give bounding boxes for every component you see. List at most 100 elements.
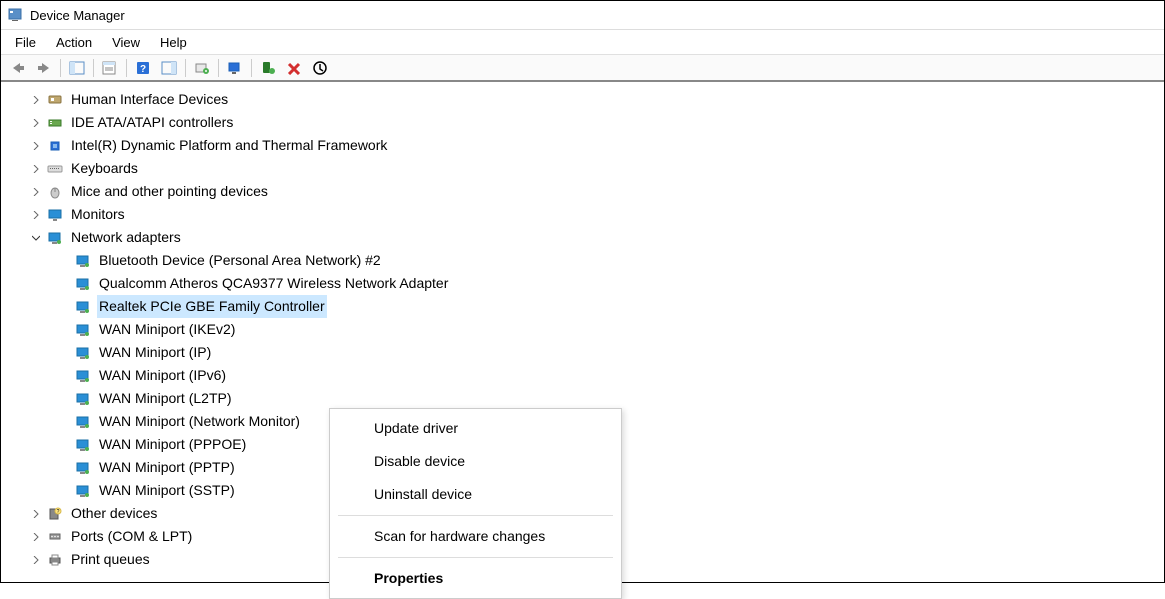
tree-item-network-child[interactable]: Bluetooth Device (Personal Area Network)… <box>1 249 1164 272</box>
tree-label: Print queues <box>69 548 152 571</box>
device-tree[interactable]: Human Interface Devices IDE ATA/ATAPI co… <box>1 82 1164 577</box>
network-adapter-icon <box>75 253 91 269</box>
tree-item-mice[interactable]: Mice and other pointing devices <box>1 180 1164 203</box>
network-adapter-icon <box>75 368 91 384</box>
tree-label: Realtek PCIe GBE Family Controller <box>97 295 327 318</box>
ctx-separator <box>338 515 613 516</box>
ctx-uninstall-device[interactable]: Uninstall device <box>330 478 621 511</box>
menu-view[interactable]: View <box>102 33 150 52</box>
tree-label: WAN Miniport (PPTP) <box>97 456 237 479</box>
update-driver-button[interactable] <box>222 56 248 80</box>
chevron-right-icon[interactable] <box>31 95 41 105</box>
tree-item-keyboards[interactable]: Keyboards <box>1 157 1164 180</box>
hid-icon <box>47 92 63 108</box>
help-button[interactable]: ? <box>130 56 156 80</box>
network-adapter-icon <box>75 414 91 430</box>
title-bar: Device Manager <box>1 1 1164 30</box>
tree-item-network-child[interactable]: WAN Miniport (L2TP) <box>1 387 1164 410</box>
tree-item-network-child[interactable]: Qualcomm Atheros QCA9377 Wireless Networ… <box>1 272 1164 295</box>
tree-label: Mice and other pointing devices <box>69 180 270 203</box>
network-adapter-icon <box>75 299 91 315</box>
chevron-right-icon[interactable] <box>31 141 41 151</box>
chevron-right-icon[interactable] <box>31 164 41 174</box>
network-adapter-icon <box>75 322 91 338</box>
toolbar-separator <box>126 59 127 77</box>
chevron-right-icon[interactable] <box>31 187 41 197</box>
menu-bar: File Action View Help <box>1 30 1164 54</box>
network-icon <box>47 230 63 246</box>
tree-label: WAN Miniport (IP) <box>97 341 213 364</box>
toolbar-separator <box>218 59 219 77</box>
tree-label: WAN Miniport (SSTP) <box>97 479 237 502</box>
network-adapter-icon <box>75 460 91 476</box>
tree-label: Human Interface Devices <box>69 88 230 111</box>
tree-item-ide[interactable]: IDE ATA/ATAPI controllers <box>1 111 1164 134</box>
show-hide-console-tree-button[interactable] <box>64 56 90 80</box>
back-button[interactable] <box>5 56 31 80</box>
tree-label: WAN Miniport (PPPOE) <box>97 433 248 456</box>
chevron-right-icon[interactable] <box>31 210 41 220</box>
forward-button[interactable] <box>31 56 57 80</box>
monitor-icon <box>47 207 63 223</box>
chevron-down-icon[interactable] <box>31 233 41 243</box>
app-icon <box>7 7 23 23</box>
svg-text:?: ? <box>140 64 146 75</box>
tree-item-network-child[interactable]: WAN Miniport (IKEv2) <box>1 318 1164 341</box>
ctx-separator <box>338 557 613 558</box>
tree-item-network-child-selected[interactable]: Realtek PCIe GBE Family Controller <box>1 295 1164 318</box>
tree-label: Intel(R) Dynamic Platform and Thermal Fr… <box>69 134 389 157</box>
menu-help[interactable]: Help <box>150 33 197 52</box>
ide-icon <box>47 115 63 131</box>
ctx-disable-device[interactable]: Disable device <box>330 445 621 478</box>
network-adapter-icon <box>75 437 91 453</box>
tree-label: Bluetooth Device (Personal Area Network)… <box>97 249 383 272</box>
uninstall-device-button[interactable] <box>281 56 307 80</box>
chevron-right-icon[interactable] <box>31 532 41 542</box>
tree-item-network-child[interactable]: WAN Miniport (IPv6) <box>1 364 1164 387</box>
ctx-scan-hardware[interactable]: Scan for hardware changes <box>330 520 621 553</box>
tree-label: Other devices <box>69 502 159 525</box>
tree-label: WAN Miniport (L2TP) <box>97 387 234 410</box>
tree-label: WAN Miniport (Network Monitor) <box>97 410 302 433</box>
tree-item-intel[interactable]: Intel(R) Dynamic Platform and Thermal Fr… <box>1 134 1164 157</box>
ctx-update-driver[interactable]: Update driver <box>330 412 621 445</box>
tree-label: Monitors <box>69 203 127 226</box>
tree-item-network-adapters[interactable]: Network adapters <box>1 226 1164 249</box>
network-adapter-icon <box>75 483 91 499</box>
enable-device-button[interactable] <box>255 56 281 80</box>
tree-label: IDE ATA/ATAPI controllers <box>69 111 235 134</box>
tree-label: Keyboards <box>69 157 140 180</box>
tree-label: Qualcomm Atheros QCA9377 Wireless Networ… <box>97 272 450 295</box>
toolbar-separator <box>251 59 252 77</box>
tree-label: WAN Miniport (IKEv2) <box>97 318 237 341</box>
other-devices-icon: ? <box>47 506 63 522</box>
printer-icon <box>47 552 63 568</box>
context-menu: Update driver Disable device Uninstall d… <box>329 408 622 599</box>
chevron-right-icon[interactable] <box>31 555 41 565</box>
cpu-icon <box>47 138 63 154</box>
network-adapter-icon <box>75 345 91 361</box>
chevron-right-icon[interactable] <box>31 118 41 128</box>
action-pane-button[interactable] <box>156 56 182 80</box>
scan-hardware-button[interactable] <box>189 56 215 80</box>
disable-device-button[interactable] <box>307 56 333 80</box>
toolbar: ? <box>1 54 1164 82</box>
tree-label: Network adapters <box>69 226 183 249</box>
network-adapter-icon <box>75 276 91 292</box>
properties-button[interactable] <box>97 56 123 80</box>
tree-item-hid[interactable]: Human Interface Devices <box>1 88 1164 111</box>
menu-action[interactable]: Action <box>46 33 102 52</box>
port-icon <box>47 529 63 545</box>
toolbar-separator <box>93 59 94 77</box>
chevron-right-icon[interactable] <box>31 509 41 519</box>
tree-item-monitors[interactable]: Monitors <box>1 203 1164 226</box>
window-title: Device Manager <box>30 8 125 23</box>
menu-file[interactable]: File <box>5 33 46 52</box>
svg-text:?: ? <box>57 509 60 515</box>
tree-item-network-child[interactable]: WAN Miniport (IP) <box>1 341 1164 364</box>
toolbar-separator <box>60 59 61 77</box>
toolbar-separator <box>185 59 186 77</box>
ctx-properties[interactable]: Properties <box>330 562 621 595</box>
tree-label: Ports (COM & LPT) <box>69 525 194 548</box>
keyboard-icon <box>47 161 63 177</box>
